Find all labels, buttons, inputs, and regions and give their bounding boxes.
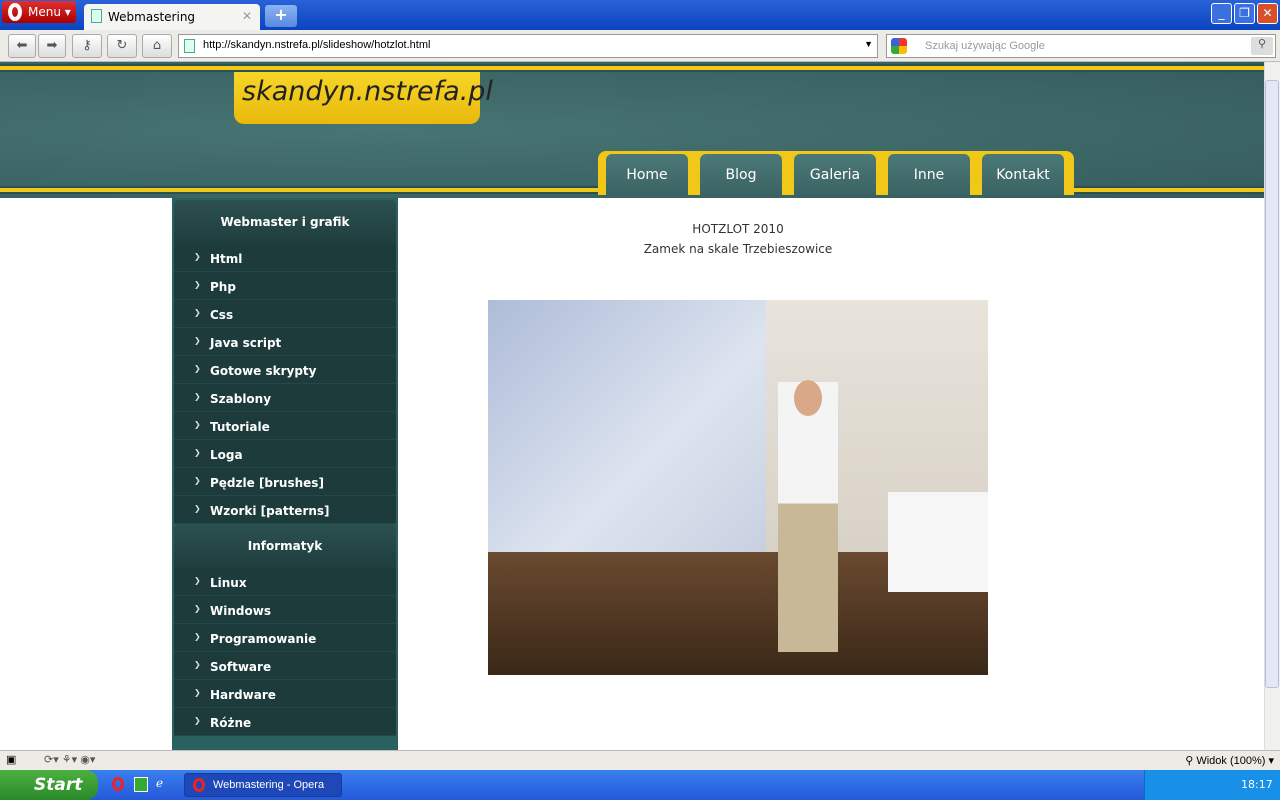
site-logo[interactable]: skandyn.nstrefa.pl xyxy=(234,72,493,124)
zoom-label: Widok (100%) xyxy=(1196,755,1266,767)
back-button[interactable]: ⬅ xyxy=(8,34,36,58)
nav-kontakt[interactable]: Kontakt xyxy=(982,154,1064,195)
forward-button[interactable]: ➡ xyxy=(38,34,66,58)
sidebar-item-programowanie[interactable]: Programowanie xyxy=(174,624,396,652)
sidebar-item-hardware[interactable]: Hardware xyxy=(174,680,396,708)
task-label: Webmastering - Opera xyxy=(213,779,325,791)
panel-toggle-icon[interactable]: ▣ xyxy=(6,753,16,766)
logo-text: skandyn.nstrefa.pl xyxy=(242,76,493,107)
header-stripe xyxy=(0,64,1264,72)
sidebar-heading: Informatyk xyxy=(174,524,396,568)
sidebar-item-php[interactable]: Php xyxy=(174,272,396,300)
page-subtitle: Zamek na skale Trzebieszowice xyxy=(643,242,833,256)
title-bar: Menu ▾ Webmastering ✕ + _ ❐ ✕ xyxy=(0,0,1280,30)
new-tab-button[interactable]: + xyxy=(265,5,297,27)
opera-quicklaunch-icon[interactable] xyxy=(112,777,124,791)
search-input[interactable]: Szukaj używając Google ⚲ xyxy=(886,34,1276,58)
sidebar-item-pedzle[interactable]: Pędzle [brushes] xyxy=(174,468,396,496)
scrollbar-thumb[interactable] xyxy=(1265,80,1279,688)
reload-button[interactable]: ↻ xyxy=(107,34,137,58)
chevron-down-icon[interactable]: ▼ xyxy=(864,39,873,49)
google-icon xyxy=(891,38,907,54)
taskbar-item-opera[interactable]: Webmastering - Opera xyxy=(184,773,342,797)
search-icon[interactable]: ⚲ xyxy=(1251,37,1273,55)
projector xyxy=(888,492,988,592)
sidebar-item-szablony[interactable]: Szablony xyxy=(174,384,396,412)
projection-screen xyxy=(488,300,766,552)
key-icon[interactable]: ⚷ xyxy=(72,34,102,58)
sidebar-section: Informatyk Linux Windows Programowanie S… xyxy=(174,524,396,736)
slideshow-photo[interactable] xyxy=(488,300,988,675)
sidebar-item-tutoriale[interactable]: Tutoriale xyxy=(174,412,396,440)
home-button[interactable]: ⌂ xyxy=(142,34,172,58)
sidebar-item-rozne[interactable]: Różne xyxy=(174,708,396,736)
opera-menu-button[interactable]: Menu ▾ xyxy=(2,1,76,23)
sync-icon[interactable]: ⟳▾ ⚘▾ ◉▾ xyxy=(44,753,95,766)
start-button[interactable]: Start xyxy=(0,770,98,800)
ie-quicklaunch-icon[interactable]: ℯ xyxy=(156,776,163,790)
menu-label: Menu xyxy=(28,5,61,19)
search-placeholder: Szukaj używając Google xyxy=(925,40,1045,52)
app-quicklaunch-icon[interactable] xyxy=(134,777,148,792)
sidebar-item-windows[interactable]: Windows xyxy=(174,596,396,624)
sidebar-item-css[interactable]: Css xyxy=(174,300,396,328)
tab-title: Webmastering xyxy=(108,10,196,24)
presenter-head xyxy=(794,380,822,416)
address-bar[interactable]: http://skandyn.nstrefa.pl/slideshow/hotz… xyxy=(178,34,878,58)
opera-icon xyxy=(193,778,205,792)
close-window-button[interactable]: ✕ xyxy=(1257,3,1278,24)
page-margin xyxy=(0,198,172,750)
nav-blog[interactable]: Blog xyxy=(700,154,782,195)
sidebar-item-loga[interactable]: Loga xyxy=(174,440,396,468)
sidebar-item-wzorki[interactable]: Wzorki [patterns] xyxy=(174,496,396,524)
taskbar: Start ℯ Webmastering - Opera 18:17 xyxy=(0,770,1280,800)
site-header: skandyn.nstrefa.pl Home Blog Galeria Inn… xyxy=(0,62,1264,198)
nav-galeria[interactable]: Galeria xyxy=(794,154,876,195)
main-content: HOTZLOT 2010 Zamek na skale Trzebieszowi… xyxy=(398,198,1264,750)
start-label: Start xyxy=(34,775,83,795)
sidebar-item-html[interactable]: Html xyxy=(174,244,396,272)
sidebar-item-linux[interactable]: Linux xyxy=(174,568,396,596)
sidebar-item-gotowe-skrypty[interactable]: Gotowe skrypty xyxy=(174,356,396,384)
browser-tab[interactable]: Webmastering ✕ xyxy=(84,4,260,30)
sidebar-item-software[interactable]: Software xyxy=(174,652,396,680)
system-tray: 18:17 xyxy=(1144,770,1280,800)
opera-logo-icon xyxy=(8,3,22,21)
page-icon xyxy=(91,9,102,23)
page-icon xyxy=(184,39,195,53)
close-tab-icon[interactable]: ✕ xyxy=(242,9,252,23)
sidebar-section: Webmaster i grafik Html Php Css Java scr… xyxy=(174,200,396,524)
nav-inne[interactable]: Inne xyxy=(888,154,970,195)
nav-home[interactable]: Home xyxy=(606,154,688,195)
sidebar-item-javascript[interactable]: Java script xyxy=(174,328,396,356)
sidebar-heading: Webmaster i grafik xyxy=(174,200,396,244)
page-title: HOTZLOT 2010 xyxy=(692,222,784,236)
minimize-button[interactable]: _ xyxy=(1211,3,1232,24)
presenter xyxy=(778,382,838,652)
clock: 18:17 xyxy=(1241,778,1273,791)
main-nav: Home Blog Galeria Inne Kontakt xyxy=(598,151,1074,195)
sidebar: Webmaster i grafik Html Php Css Java scr… xyxy=(172,198,398,750)
zoom-control[interactable]: ⚲ Widok (100%) ▾ xyxy=(1185,754,1274,767)
url-text: http://skandyn.nstrefa.pl/slideshow/hotz… xyxy=(203,39,431,51)
maximize-button[interactable]: ❐ xyxy=(1234,3,1255,24)
status-bar: ▣ ⟳▾ ⚘▾ ◉▾ ⚲ Widok (100%) ▾ xyxy=(0,750,1280,770)
browser-toolbar: ⬅ ➡ ⚷ ↻ ⌂ http://skandyn.nstrefa.pl/slid… xyxy=(0,30,1280,62)
